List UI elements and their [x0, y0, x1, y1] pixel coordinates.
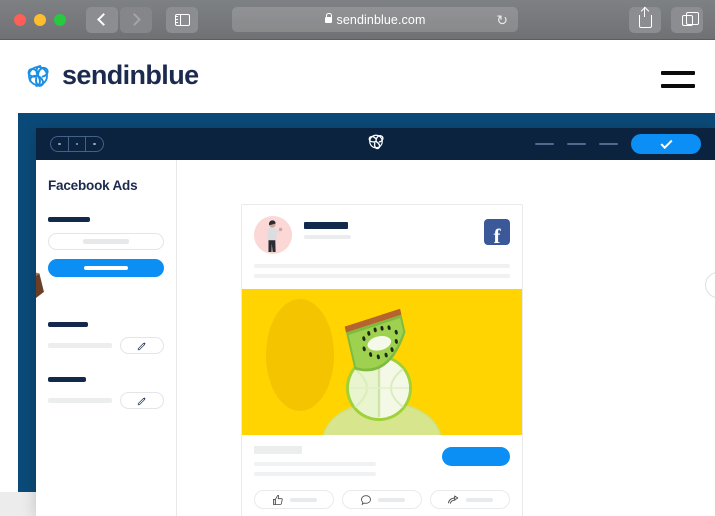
share-arrow-icon — [448, 495, 459, 504]
facebook-letter: f — [493, 224, 501, 248]
field-label-1 — [48, 217, 90, 222]
titlebar-dash-1[interactable] — [535, 142, 554, 146]
tabs-icon — [681, 11, 699, 26]
sidebar-row-2 — [48, 392, 164, 409]
share-button[interactable] — [430, 490, 510, 509]
titlebar-dash-3[interactable] — [599, 142, 618, 146]
post-body-placeholder — [242, 254, 522, 278]
person-avatar-illustration — [254, 216, 292, 254]
like-label-placeholder — [289, 497, 317, 502]
cta-button[interactable] — [442, 447, 510, 466]
share-label-placeholder — [466, 497, 493, 502]
hamburger-menu-icon[interactable] — [661, 71, 695, 88]
checkmark-icon — [659, 136, 673, 149]
post-author-meta — [304, 216, 484, 239]
confirm-button[interactable] — [631, 134, 701, 154]
burger-line-2 — [661, 84, 695, 88]
field-label-2 — [48, 322, 88, 327]
sidebar-toggle-icon — [174, 13, 190, 26]
url-text: sendinblue.com — [336, 12, 426, 27]
author-name-placeholder — [304, 222, 348, 229]
edit-button-1[interactable] — [120, 337, 164, 354]
input-placeholder — [83, 239, 129, 244]
burger-line-1 — [661, 71, 695, 75]
brand-name: sendinblue — [62, 60, 199, 90]
cta-line-1 — [254, 462, 376, 466]
minimize-window-button[interactable] — [34, 13, 46, 26]
app-body: Facebook Ads f — [36, 160, 715, 516]
share-icon — [638, 7, 652, 28]
close-window-button[interactable] — [14, 13, 26, 26]
share-button[interactable] — [629, 7, 661, 33]
post-line-2 — [254, 274, 510, 278]
facebook-ad-preview-card: f — [241, 204, 523, 516]
comment-button[interactable] — [342, 490, 422, 509]
app-main-canvas: f — [177, 160, 715, 516]
post-cta-text — [254, 446, 442, 476]
post-timestamp-placeholder — [304, 235, 351, 239]
back-button[interactable] — [86, 6, 118, 33]
comment-label-placeholder — [377, 497, 405, 502]
pencil-edit-icon — [137, 396, 146, 405]
post-photo — [242, 289, 522, 435]
sendinblue-pinwheel-logo — [27, 64, 49, 87]
post-actions — [254, 490, 510, 509]
three-dot-segmented-control[interactable] — [50, 136, 104, 152]
primary-action-button[interactable] — [48, 259, 164, 277]
post-footer — [242, 435, 522, 509]
cta-headline-placeholder — [254, 446, 302, 454]
forward-chevron-icon — [128, 13, 141, 26]
segment-3[interactable] — [85, 137, 103, 151]
app-sidebar: Facebook Ads — [36, 160, 177, 516]
post-cta-row — [254, 446, 510, 476]
sidebar-toggle-button[interactable] — [166, 6, 198, 33]
app-titlebar — [36, 128, 715, 160]
address-bar[interactable]: sendinblue.com ↻ — [232, 7, 518, 32]
titlebar-actions — [535, 134, 701, 154]
pencil-edit-icon — [137, 341, 146, 350]
like-button[interactable] — [254, 490, 334, 509]
app-window-mockup: Facebook Ads f — [36, 128, 715, 516]
segment-1[interactable] — [51, 137, 68, 151]
search-input[interactable] — [48, 233, 164, 250]
sidebar-row-1 — [48, 337, 164, 354]
post-header: f — [242, 205, 522, 254]
edit-button-2[interactable] — [120, 392, 164, 409]
brand-logo[interactable]: sendinblue — [24, 60, 199, 91]
button-label — [84, 266, 128, 270]
decorative-circle — [705, 272, 715, 298]
navigation-buttons — [86, 6, 198, 33]
forward-button[interactable] — [120, 6, 152, 33]
window-traffic-lights — [14, 13, 66, 26]
reload-icon[interactable]: ↻ — [496, 13, 508, 27]
site-header: sendinblue — [0, 40, 715, 113]
titlebar-dash-2[interactable] — [567, 142, 586, 146]
cta-line-2 — [254, 472, 376, 476]
facebook-f-logo: f — [484, 219, 510, 248]
field-label-3 — [48, 377, 86, 382]
segment-2[interactable] — [67, 137, 86, 151]
tabs-button[interactable] — [671, 7, 703, 33]
app-center-logo — [366, 132, 386, 157]
browser-toolbar: sendinblue.com ↻ — [0, 0, 715, 40]
speech-bubble-icon — [360, 494, 371, 505]
maximize-window-button[interactable] — [54, 13, 66, 26]
lock-icon — [324, 13, 332, 23]
back-chevron-icon — [97, 13, 110, 26]
row-value-2 — [48, 398, 112, 403]
package-cube-illustration — [36, 269, 44, 303]
sidebar-title: Facebook Ads — [48, 178, 138, 193]
row-value-1 — [48, 343, 112, 348]
thumbs-up-icon — [272, 494, 283, 505]
post-line-1 — [254, 264, 510, 268]
toolbar-right-actions — [629, 7, 703, 33]
